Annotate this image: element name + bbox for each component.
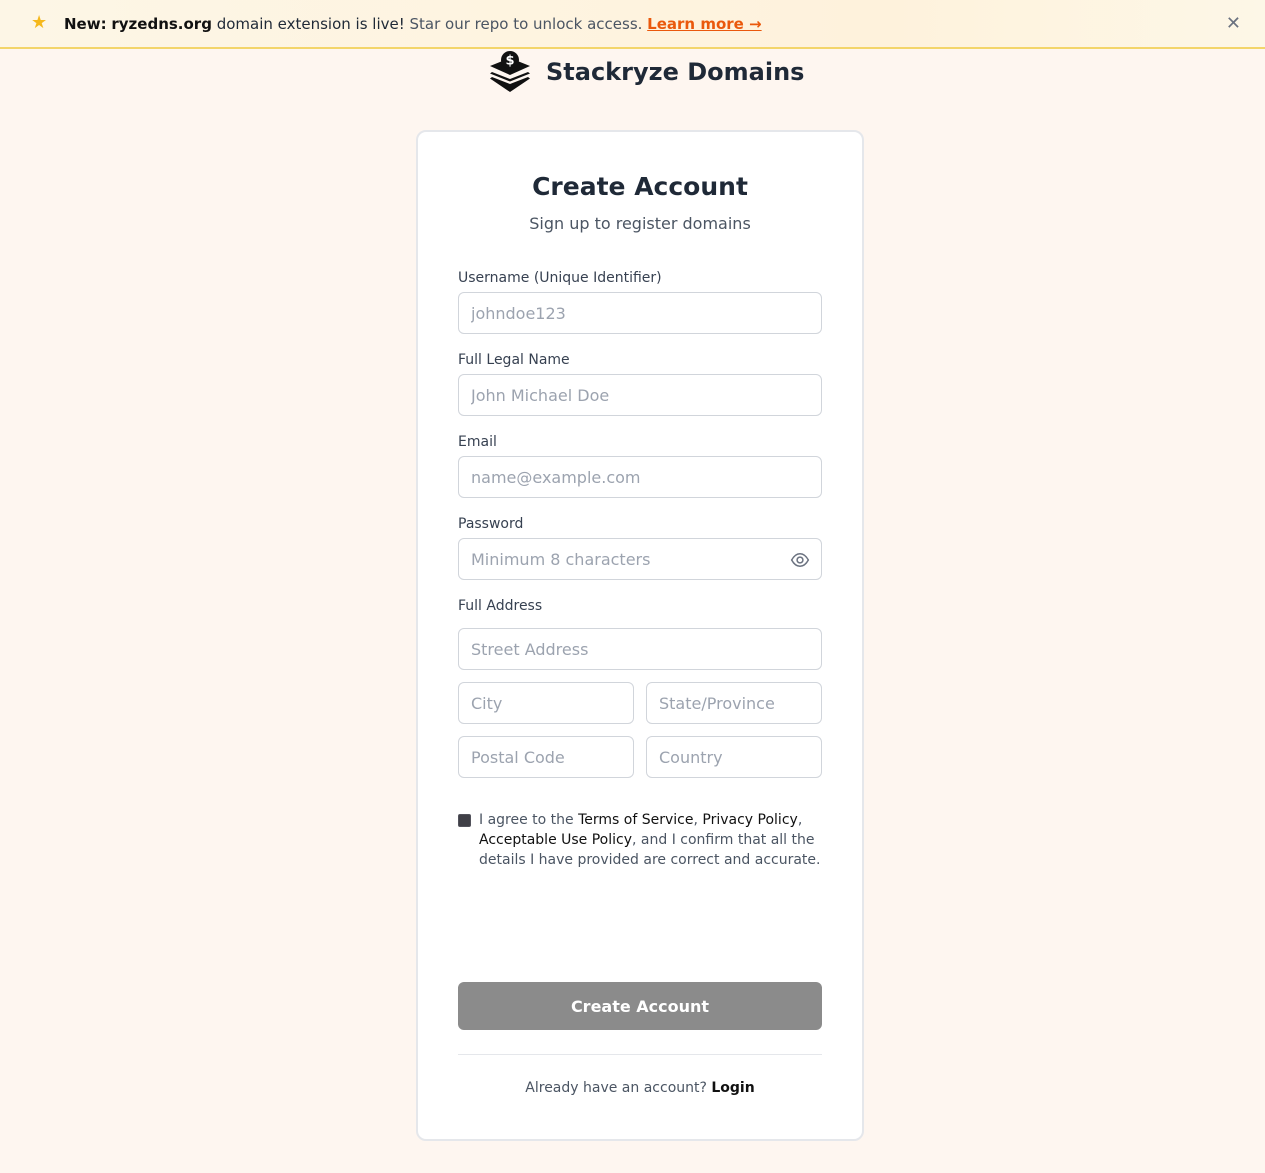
signup-card: Create Account Sign up to register domai…	[416, 130, 864, 1141]
acceptable-use-policy-link[interactable]: Acceptable Use Policy	[479, 832, 632, 848]
stack-dollar-icon: $	[490, 51, 530, 92]
banner-text-a: domain extension is live!	[211, 15, 410, 33]
learn-more-link[interactable]: Learn more →	[647, 15, 761, 33]
banner-message: New: ryzedns.org domain extension is liv…	[64, 14, 762, 34]
banner-domain: ryzedns.org	[111, 15, 212, 33]
login-link[interactable]: Login	[711, 1080, 754, 1096]
terms-prefix: I agree to the	[479, 812, 579, 828]
brand-header: $ Stackryze Domains	[488, 50, 804, 94]
page-title: Create Account	[532, 172, 748, 201]
street-address-input[interactable]	[458, 628, 822, 670]
login-prompt: Already have an account? Login	[418, 1080, 862, 1096]
close-banner-icon[interactable]: ✕	[1226, 13, 1241, 35]
email-input[interactable]	[458, 456, 822, 498]
login-prompt-text: Already have an account?	[525, 1080, 712, 1096]
divider	[458, 1054, 822, 1055]
username-label: Username (Unique Identifier)	[458, 270, 662, 286]
address-label: Full Address	[458, 598, 543, 614]
banner-new-label: New:	[64, 15, 107, 33]
full-name-input[interactable]	[458, 374, 822, 416]
postal-code-input[interactable]	[458, 736, 634, 778]
terms-sep-2: ,	[797, 812, 803, 828]
page-subtitle: Sign up to register domains	[529, 214, 751, 233]
terms-checkbox[interactable]	[458, 814, 471, 827]
country-input[interactable]	[646, 736, 822, 778]
terms-of-service-link[interactable]: Terms of Service	[578, 812, 693, 828]
username-input[interactable]	[458, 292, 822, 334]
svg-text:$: $	[505, 54, 514, 69]
email-label: Email	[458, 434, 497, 450]
announcement-banner: ★ New: ryzedns.org domain extension is l…	[0, 0, 1265, 49]
create-account-button[interactable]: Create Account	[458, 982, 822, 1030]
terms-text: I agree to the Terms of Service, Privacy…	[479, 810, 829, 870]
full-name-label: Full Legal Name	[458, 352, 570, 368]
banner-text-b: Star our repo to unlock access.	[409, 15, 648, 33]
state-input[interactable]	[646, 682, 822, 724]
city-input[interactable]	[458, 682, 634, 724]
password-input[interactable]	[458, 538, 822, 580]
privacy-policy-link[interactable]: Privacy Policy	[702, 812, 797, 828]
password-label: Password	[458, 516, 524, 532]
brand-name: Stackryze Domains	[546, 58, 805, 86]
star-icon: ★	[31, 12, 48, 33]
eye-icon[interactable]	[790, 550, 810, 570]
